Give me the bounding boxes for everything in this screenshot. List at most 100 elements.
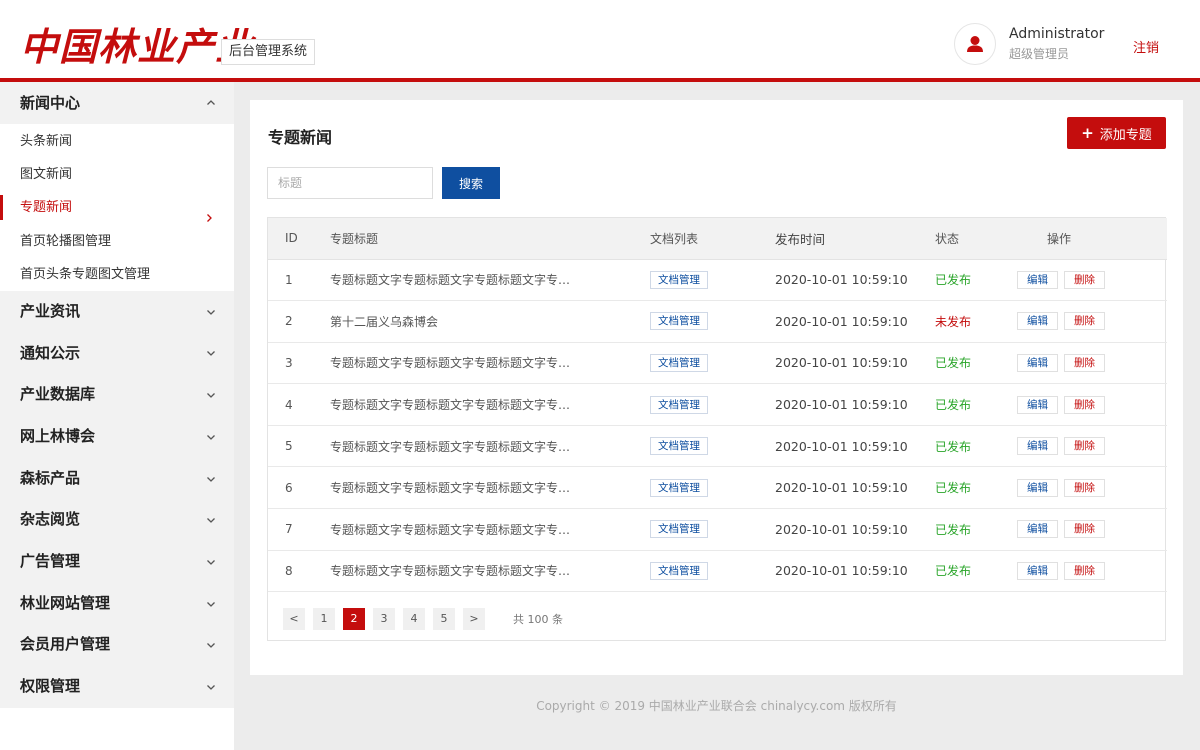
doc-manage-button[interactable]: 文档管理 [650, 312, 708, 331]
delete-button[interactable]: 删除 [1064, 520, 1105, 539]
plus-icon: + [1081, 123, 1094, 142]
sidebar-item-label: 首页头条专题图文管理 [20, 266, 151, 282]
top-header: 中国林业产业 后台管理系统 Administrator 超级管理员 注销 [0, 0, 1200, 82]
page-button[interactable]: 1 [313, 608, 335, 630]
user-name: Administrator [1009, 26, 1105, 42]
cell-docs: 文档管理 [650, 300, 775, 343]
prev-page-button[interactable]: < [283, 608, 305, 630]
cell-status: 已发布 [935, 508, 1017, 551]
cell-id: 2 [268, 300, 330, 343]
cell-title: 专题标题文字专题标题文字专题标题文字专题... [330, 466, 650, 510]
logout-link[interactable]: 注销 [1133, 37, 1159, 56]
col-header-time: 发布时间 [775, 218, 935, 260]
doc-manage-button[interactable]: 文档管理 [650, 478, 708, 497]
cell-status: 已发布 [935, 425, 1017, 468]
sidebar-group-industry-news[interactable]: 产业资讯 [0, 291, 234, 333]
table-header-row: ID 专题标题 文档列表 发布时间 状态 操作 [268, 218, 1167, 260]
edit-button[interactable]: 编辑 [1017, 312, 1058, 331]
delete-button[interactable]: 删除 [1064, 353, 1105, 372]
table-row: 2 第十二届义乌森博会 文档管理 2020-10-01 10:59:10 未发布 编辑 删除 [268, 300, 1167, 343]
edit-button[interactable]: 编辑 [1017, 561, 1058, 580]
site-logo[interactable]: 中国林业产业 [20, 16, 254, 71]
edit-button[interactable]: 编辑 [1017, 395, 1058, 414]
doc-manage-button[interactable]: 文档管理 [650, 395, 708, 414]
user-avatar[interactable] [954, 23, 996, 65]
chevron-down-icon [206, 307, 216, 317]
cell-status: 未发布 [935, 300, 1017, 343]
search-button[interactable]: 搜索 [442, 167, 500, 199]
sidebar-sub-list: 头条新闻 图文新闻 专题新闻 首页轮播图管理 首页头条专题图文管理 [0, 125, 234, 291]
chevron-right-icon [204, 203, 214, 222]
sidebar-group-members[interactable]: 会员用户管理 [0, 624, 234, 666]
cell-docs: 文档管理 [650, 259, 775, 302]
sidebar-group-news-center[interactable]: 新闻中心 [0, 82, 234, 125]
col-header-actions: 操作 [1017, 218, 1167, 260]
doc-manage-button[interactable]: 文档管理 [650, 520, 708, 539]
add-topic-label: 添加专题 [1099, 127, 1152, 143]
chevron-down-icon [206, 474, 216, 484]
next-page-button[interactable]: > [463, 608, 485, 630]
sidebar-item-carousel[interactable]: 首页轮播图管理 [0, 225, 234, 258]
add-topic-button[interactable]: + 添加专题 [1067, 117, 1166, 149]
chevron-down-icon [206, 348, 216, 358]
cell-docs: 文档管理 [650, 508, 775, 551]
edit-button[interactable]: 编辑 [1017, 437, 1058, 456]
chevron-down-icon [206, 432, 216, 442]
table-row: 6 专题标题文字专题标题文字专题标题文字专题... 文档管理 2020-10-01 1… [268, 466, 1167, 510]
cell-time: 2020-10-01 10:59:10 [775, 383, 935, 426]
sidebar-item-label: 头条新闻 [20, 134, 73, 149]
topic-title: 专题标题文字专题标题文字专题标题文字专题... [330, 398, 575, 413]
delete-button[interactable]: 删除 [1064, 437, 1105, 456]
cell-actions: 编辑 删除 [1017, 342, 1167, 385]
cell-id: 6 [268, 466, 330, 510]
chevron-down-icon [206, 640, 216, 650]
page-button[interactable]: 3 [373, 608, 395, 630]
sidebar-item-topic-news[interactable]: 专题新闻 [0, 191, 234, 224]
cell-id: 1 [268, 259, 330, 302]
sidebar-item-home-topic-images[interactable]: 首页头条专题图文管理 [0, 258, 234, 291]
cell-status: 已发布 [935, 383, 1017, 426]
delete-button[interactable]: 删除 [1064, 270, 1105, 289]
page-button[interactable]: 5 [433, 608, 455, 630]
cell-title: 专题标题文字专题标题文字专题标题文字专题... [330, 383, 650, 426]
delete-button[interactable]: 删除 [1064, 561, 1105, 580]
sidebar-group-products[interactable]: 森标产品 [0, 458, 234, 500]
page-button[interactable]: 4 [403, 608, 425, 630]
delete-button[interactable]: 删除 [1064, 395, 1105, 414]
page-button-current[interactable]: 2 [343, 608, 365, 630]
doc-manage-button[interactable]: 文档管理 [650, 270, 708, 289]
sidebar-group-notices[interactable]: 通知公示 [0, 333, 234, 375]
sidebar-item-photo-news[interactable]: 图文新闻 [0, 158, 234, 191]
edit-button[interactable]: 编辑 [1017, 270, 1058, 289]
cell-status: 已发布 [935, 466, 1017, 510]
cell-title: 专题标题文字专题标题文字专题标题文字专题... [330, 508, 650, 551]
topic-title: 专题标题文字专题标题文字专题标题文字专题... [330, 481, 575, 496]
chevron-down-icon [206, 599, 216, 609]
sidebar-group-websites[interactable]: 林业网站管理 [0, 583, 234, 625]
delete-button[interactable]: 删除 [1064, 478, 1105, 497]
sidebar-group-magazine[interactable]: 杂志阅览 [0, 499, 234, 541]
user-role: 超级管理员 [1009, 47, 1070, 61]
cell-time: 2020-10-01 10:59:10 [775, 508, 935, 551]
sidebar-group-database[interactable]: 产业数据库 [0, 374, 234, 416]
cell-status: 已发布 [935, 550, 1017, 593]
delete-button[interactable]: 删除 [1064, 312, 1105, 331]
topic-title: 专题标题文字专题标题文字专题标题文字专题... [330, 356, 575, 371]
sidebar-group-permissions[interactable]: 权限管理 [0, 666, 234, 708]
sidebar-item-headline-news[interactable]: 头条新闻 [0, 125, 234, 158]
cell-id: 8 [268, 550, 330, 593]
sidebar-group-label: 新闻中心 [20, 94, 81, 112]
edit-button[interactable]: 编辑 [1017, 520, 1058, 539]
sidebar-group-online-expo[interactable]: 网上林博会 [0, 416, 234, 458]
sidebar-group-ads[interactable]: 广告管理 [0, 541, 234, 583]
edit-button[interactable]: 编辑 [1017, 353, 1058, 372]
sidebar-group-label: 杂志阅览 [20, 510, 81, 529]
doc-manage-button[interactable]: 文档管理 [650, 353, 708, 372]
title-search-input[interactable] [267, 167, 433, 199]
doc-manage-button[interactable]: 文档管理 [650, 437, 708, 456]
cell-title: 专题标题文字专题标题文字专题标题文字专题... [330, 550, 650, 593]
doc-manage-button[interactable]: 文档管理 [650, 561, 708, 580]
sidebar-groups: 产业资讯 通知公示 产业数据库 网上林博会 森标产品 杂志阅览 广告管理 林业网… [0, 290, 234, 708]
edit-button[interactable]: 编辑 [1017, 478, 1058, 497]
sidebar-item-label: 图文新闻 [20, 167, 73, 183]
